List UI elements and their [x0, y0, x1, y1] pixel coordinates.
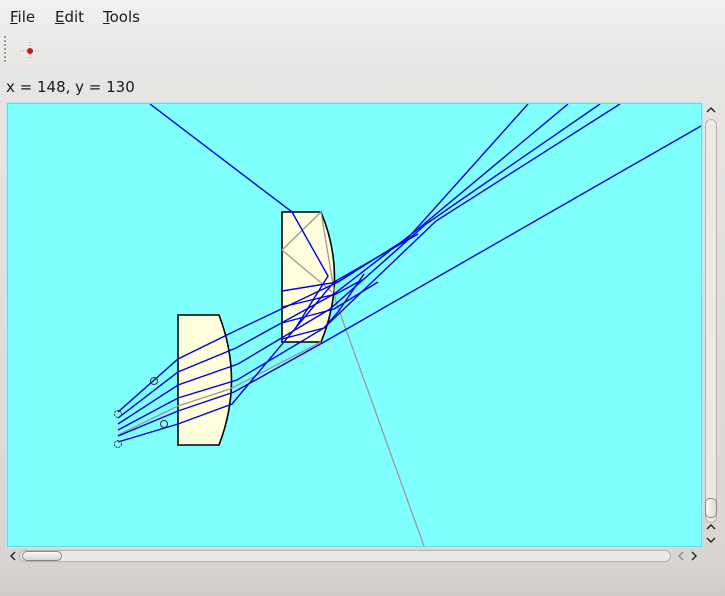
horizontal-scroll-thumb[interactable]	[22, 551, 62, 561]
toolbar	[0, 34, 725, 70]
menu-edit[interactable]: Edit	[55, 8, 84, 26]
scroll-right-arrow-icon[interactable]	[688, 550, 700, 562]
vertical-scroll-thumb[interactable]	[705, 498, 717, 518]
vertical-scroll-track[interactable]	[705, 119, 717, 523]
vertical-scrollbar[interactable]	[703, 103, 719, 547]
menu-tools-rest: ools	[109, 8, 140, 26]
menu-file-mnemonic: F	[10, 8, 18, 26]
crosshair-point-icon	[20, 42, 40, 60]
lens-1	[177, 314, 233, 446]
menu-tools[interactable]: Tools	[103, 8, 140, 26]
ray-point-marker	[160, 420, 168, 428]
scroll-up-arrow-icon[interactable]	[705, 104, 717, 116]
optics-canvas[interactable]	[7, 103, 702, 547]
cursor-coordinates-readout: x = 148, y = 130	[6, 78, 135, 96]
menu-bar: File Edit Tools	[0, 0, 725, 34]
horizontal-scrollbar[interactable]	[7, 548, 703, 564]
scroll-left-arrow-icon[interactable]	[7, 550, 19, 562]
menu-file-rest: ile	[17, 8, 36, 26]
crosshair-tool-button[interactable]	[16, 40, 44, 64]
menu-file[interactable]: File	[10, 8, 35, 26]
scroll-up-arrow-icon[interactable]	[705, 521, 717, 533]
toolbar-grip-handle[interactable]	[4, 36, 10, 62]
secondary-rays	[117, 210, 425, 546]
horizontal-scroll-track[interactable]	[19, 550, 671, 562]
menu-tools-mnemonic: T	[103, 8, 110, 26]
scroll-down-arrow-icon[interactable]	[705, 534, 717, 546]
menu-edit-rest: dit	[64, 8, 85, 26]
scroll-left-arrow-icon[interactable]	[675, 550, 687, 562]
ray-source-markers	[114, 377, 168, 448]
optics-drawing[interactable]	[8, 104, 701, 546]
